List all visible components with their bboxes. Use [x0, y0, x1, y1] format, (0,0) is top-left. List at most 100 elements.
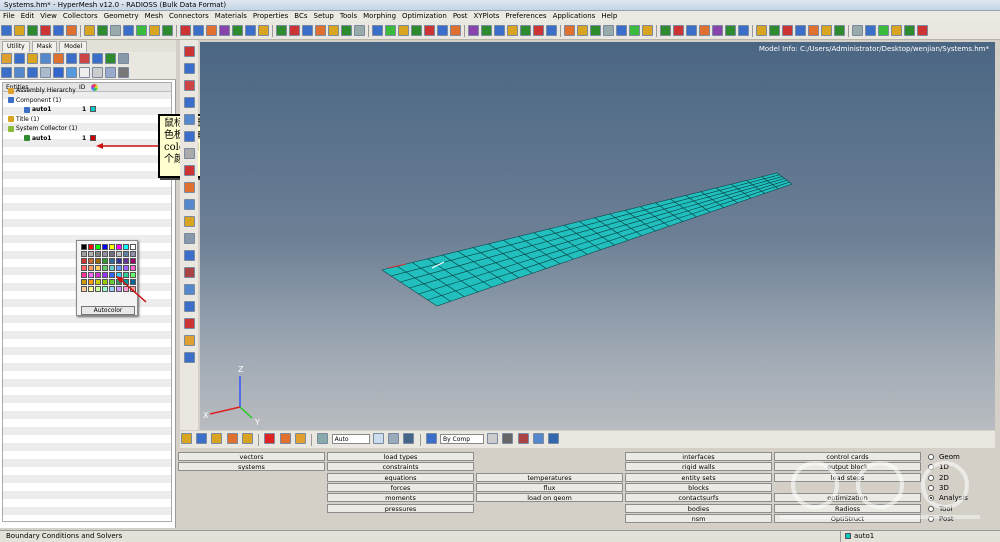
vertical-tool-icon[interactable] [183, 318, 195, 329]
toolbar-icon[interactable] [245, 25, 256, 36]
palette-swatch[interactable] [88, 272, 94, 278]
menu-view[interactable]: View [37, 11, 60, 22]
toolbar-icon[interactable] [878, 25, 889, 36]
toolbar-icon[interactable] [769, 25, 780, 36]
toolbar-icon[interactable] [437, 25, 448, 36]
toolbar-icon[interactable] [852, 25, 863, 36]
radio-1d[interactable]: 1D [928, 462, 949, 472]
panel-control-cards-button[interactable]: control cards [774, 452, 921, 461]
toolbar-icon[interactable] [276, 25, 287, 36]
menu-bcs[interactable]: BCs [291, 11, 310, 22]
menu-preferences[interactable]: Preferences [502, 11, 549, 22]
tb-icon[interactable] [226, 433, 238, 444]
palette-swatch[interactable] [109, 244, 115, 250]
palette-swatch[interactable] [116, 251, 122, 257]
panel-vectors-button[interactable]: vectors [178, 452, 325, 461]
palette-swatch[interactable] [109, 251, 115, 257]
toolbar-icon[interactable] [219, 25, 230, 36]
toolbar-icon[interactable] [520, 25, 531, 36]
vertical-tool-icon[interactable] [183, 131, 195, 142]
tree-row[interactable]: auto1 1 [3, 105, 171, 114]
toolbar-icon[interactable] [385, 25, 396, 36]
vertical-tool-icon[interactable] [183, 97, 195, 108]
menu-post[interactable]: Post [450, 11, 471, 22]
palette-swatch[interactable] [123, 251, 129, 257]
panel-nsm-button[interactable]: nsm [625, 513, 772, 523]
browser-tool-icon[interactable] [118, 53, 129, 64]
tb-icon[interactable] [487, 433, 499, 444]
menu-xyplots[interactable]: XYPlots [470, 11, 502, 22]
vertical-tool-icon[interactable] [183, 233, 195, 244]
menu-mesh[interactable]: Mesh [142, 11, 166, 22]
tree-row[interactable]: Title (1) [3, 115, 171, 124]
menu-optimization[interactable]: Optimization [399, 11, 450, 22]
toolbar-icon[interactable] [27, 25, 38, 36]
palette-swatch[interactable] [116, 272, 122, 278]
browser-tool-icon[interactable] [27, 67, 38, 78]
autocolor-button[interactable]: Autocolor [81, 306, 135, 315]
panel-entity-sets-button[interactable]: entity sets [625, 472, 772, 482]
toolbar-icon[interactable] [372, 25, 383, 36]
toolbar-icon[interactable] [162, 25, 173, 36]
toolbar-icon[interactable] [149, 25, 160, 36]
radio-2d[interactable]: 2D [928, 473, 949, 483]
vertical-tool-icon[interactable] [183, 199, 195, 210]
palette-swatch[interactable] [95, 251, 101, 257]
menu-morphing[interactable]: Morphing [360, 11, 399, 22]
menu-properties[interactable]: Properties [250, 11, 291, 22]
toolbar-icon[interactable] [468, 25, 479, 36]
palette-swatch[interactable] [95, 279, 101, 285]
menu-file[interactable]: File [0, 11, 18, 22]
palette-swatch[interactable] [81, 279, 87, 285]
palette-swatch[interactable] [81, 244, 87, 250]
palette-swatch[interactable] [109, 258, 115, 264]
browser-tool-icon[interactable] [40, 67, 51, 78]
toolbar-icon[interactable] [795, 25, 806, 36]
toolbar-icon[interactable] [756, 25, 767, 36]
toolbar-icon[interactable] [398, 25, 409, 36]
panel-constraints-button[interactable]: constraints [327, 462, 474, 472]
vertical-tool-icon[interactable] [183, 301, 195, 312]
panel-optistruct-button[interactable]: OptiStruct [774, 513, 921, 523]
palette-swatch[interactable] [109, 272, 115, 278]
browser-tool-icon[interactable] [1, 53, 12, 64]
tb-icon[interactable] [181, 433, 192, 444]
panel-temperatures-button[interactable]: temperatures [476, 472, 623, 482]
palette-swatch[interactable] [130, 244, 136, 250]
panel-contactsurfs-button[interactable]: contactsurfs [625, 493, 772, 503]
toolbar-icon[interactable] [289, 25, 300, 36]
palette-swatch[interactable] [102, 244, 108, 250]
vertical-tool-icon[interactable] [183, 284, 195, 295]
palette-swatch[interactable] [88, 265, 94, 271]
tb-icon[interactable] [279, 433, 291, 444]
toolbar-icon[interactable] [450, 25, 461, 36]
panel-equations-button[interactable]: equations [327, 472, 474, 482]
palette-swatch[interactable] [95, 244, 101, 250]
toolbar-icon[interactable] [40, 25, 51, 36]
palette-swatch[interactable] [130, 265, 136, 271]
palette-swatch[interactable] [102, 279, 108, 285]
vertical-tool-icon[interactable] [183, 148, 195, 159]
toolbar-icon[interactable] [411, 25, 422, 36]
palette-swatch[interactable] [130, 251, 136, 257]
palette-swatch[interactable] [81, 286, 87, 292]
menu-help[interactable]: Help [598, 11, 620, 22]
toolbar-icon[interactable] [193, 25, 204, 36]
menu-tools[interactable]: Tools [337, 11, 360, 22]
browser-tool-icon[interactable] [79, 67, 90, 78]
toolbar-icon[interactable] [84, 25, 95, 36]
tree-row[interactable]: auto1 1 [3, 134, 171, 143]
palette-swatch[interactable] [123, 265, 129, 271]
toolbar-icon[interactable] [315, 25, 326, 36]
toolbar-icon[interactable] [564, 25, 575, 36]
palette-swatch[interactable] [102, 286, 108, 292]
toolbar-icon[interactable] [302, 25, 313, 36]
monitor-icon[interactable] [548, 433, 560, 444]
panel-pressures-button[interactable]: pressures [327, 503, 474, 513]
palette-swatch[interactable] [109, 265, 115, 271]
toolbar-icon[interactable] [808, 25, 819, 36]
palette-swatch[interactable] [123, 286, 129, 292]
toolbar-icon[interactable] [97, 25, 108, 36]
vertical-tool-icon[interactable] [183, 352, 195, 363]
vertical-tool-icon[interactable] [183, 46, 195, 57]
